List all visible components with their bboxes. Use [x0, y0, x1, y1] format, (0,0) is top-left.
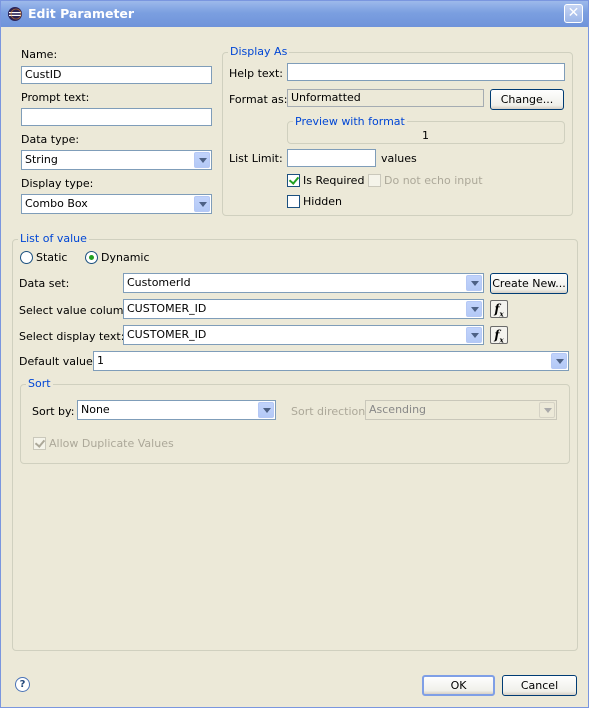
value-column-label: Select value column:: [19, 304, 135, 317]
allow-duplicate-label: Allow Duplicate Values: [49, 437, 174, 450]
data-type-label: Data type:: [21, 133, 80, 146]
display-text-value: CUSTOMER_ID: [127, 328, 207, 341]
title-bar: Edit Parameter ✕: [1, 1, 588, 27]
preview-title: Preview with format: [293, 115, 407, 128]
format-as-label: Format as:: [229, 93, 288, 106]
display-text-select[interactable]: CUSTOMER_ID: [123, 325, 484, 345]
name-label: Name:: [21, 48, 58, 61]
prompt-text-label: Prompt text:: [21, 91, 90, 104]
eclipse-icon: [8, 7, 22, 21]
name-input[interactable]: CustID: [21, 66, 212, 84]
chevron-down-icon[interactable]: [551, 353, 567, 369]
hidden-label: Hidden: [303, 195, 343, 208]
display-as-title: Display As: [228, 45, 290, 58]
data-set-label: Data set:: [19, 277, 70, 290]
create-new-button[interactable]: Create New...: [490, 273, 568, 294]
default-value-value: 1: [97, 354, 104, 367]
sort-direction-value: Ascending: [369, 403, 427, 416]
do-not-echo-checkbox[interactable]: [368, 174, 381, 187]
display-text-label: Select display text:: [19, 330, 125, 343]
default-value-select[interactable]: 1: [93, 351, 569, 371]
chevron-down-icon[interactable]: [539, 402, 555, 418]
value-column-select[interactable]: CUSTOMER_ID: [123, 299, 484, 319]
is-required-label: Is Required: [303, 174, 365, 187]
help-text-label: Help text:: [229, 67, 283, 80]
sort-direction-select[interactable]: Ascending: [365, 400, 557, 420]
chevron-down-icon[interactable]: [194, 196, 210, 212]
dynamic-radio[interactable]: [85, 251, 98, 264]
hidden-checkbox[interactable]: [287, 195, 300, 208]
chevron-down-icon[interactable]: [466, 301, 482, 317]
display-type-select[interactable]: Combo Box: [21, 194, 212, 214]
list-of-value-title: List of value: [18, 232, 89, 245]
data-set-value: CustomerId: [127, 276, 191, 289]
data-type-value: String: [25, 153, 58, 166]
change-button[interactable]: Change...: [490, 89, 564, 110]
format-as-field: Unformatted: [287, 89, 484, 107]
value-column-value: CUSTOMER_ID: [127, 302, 207, 315]
list-limit-input[interactable]: [287, 149, 376, 167]
display-type-value: Combo Box: [25, 197, 88, 210]
sort-direction-label: Sort direction:: [291, 405, 369, 418]
chevron-down-icon[interactable]: [194, 152, 210, 168]
edit-parameter-dialog: Edit Parameter ✕ Name: CustID Prompt tex…: [0, 0, 589, 708]
data-type-select[interactable]: String: [21, 150, 212, 170]
chevron-down-icon[interactable]: [466, 275, 482, 291]
sort-by-select[interactable]: None: [77, 400, 276, 420]
sort-by-value: None: [81, 403, 110, 416]
ok-button[interactable]: OK: [422, 675, 495, 696]
allow-duplicate-checkbox[interactable]: [33, 437, 46, 450]
dynamic-label: Dynamic: [101, 251, 150, 264]
prompt-text-input[interactable]: [21, 108, 212, 126]
fx-sub: x: [499, 335, 504, 345]
sort-by-label: Sort by:: [32, 405, 75, 418]
values-label: values: [381, 152, 417, 165]
list-limit-label: List Limit:: [229, 152, 283, 165]
window-title: Edit Parameter: [28, 6, 135, 21]
help-icon[interactable]: ?: [15, 677, 30, 692]
help-text-input[interactable]: [287, 63, 565, 81]
static-label: Static: [36, 251, 68, 264]
fx-expression-icon[interactable]: fx: [490, 326, 508, 344]
chevron-down-icon[interactable]: [466, 327, 482, 343]
is-required-checkbox[interactable]: [287, 174, 300, 187]
data-set-select[interactable]: CustomerId: [123, 273, 484, 293]
preview-value: 1: [422, 129, 429, 142]
do-not-echo-label: Do not echo input: [384, 174, 483, 187]
chevron-down-icon[interactable]: [258, 402, 274, 418]
close-icon[interactable]: ✕: [564, 4, 583, 23]
fx-sub: x: [499, 309, 504, 319]
static-radio[interactable]: [20, 251, 33, 264]
display-type-label: Display type:: [21, 177, 94, 190]
sort-title: Sort: [26, 377, 53, 390]
default-value-label: Default value:: [19, 355, 97, 368]
cancel-button[interactable]: Cancel: [502, 675, 577, 696]
sort-group: [20, 384, 570, 464]
fx-expression-icon[interactable]: fx: [490, 300, 508, 318]
